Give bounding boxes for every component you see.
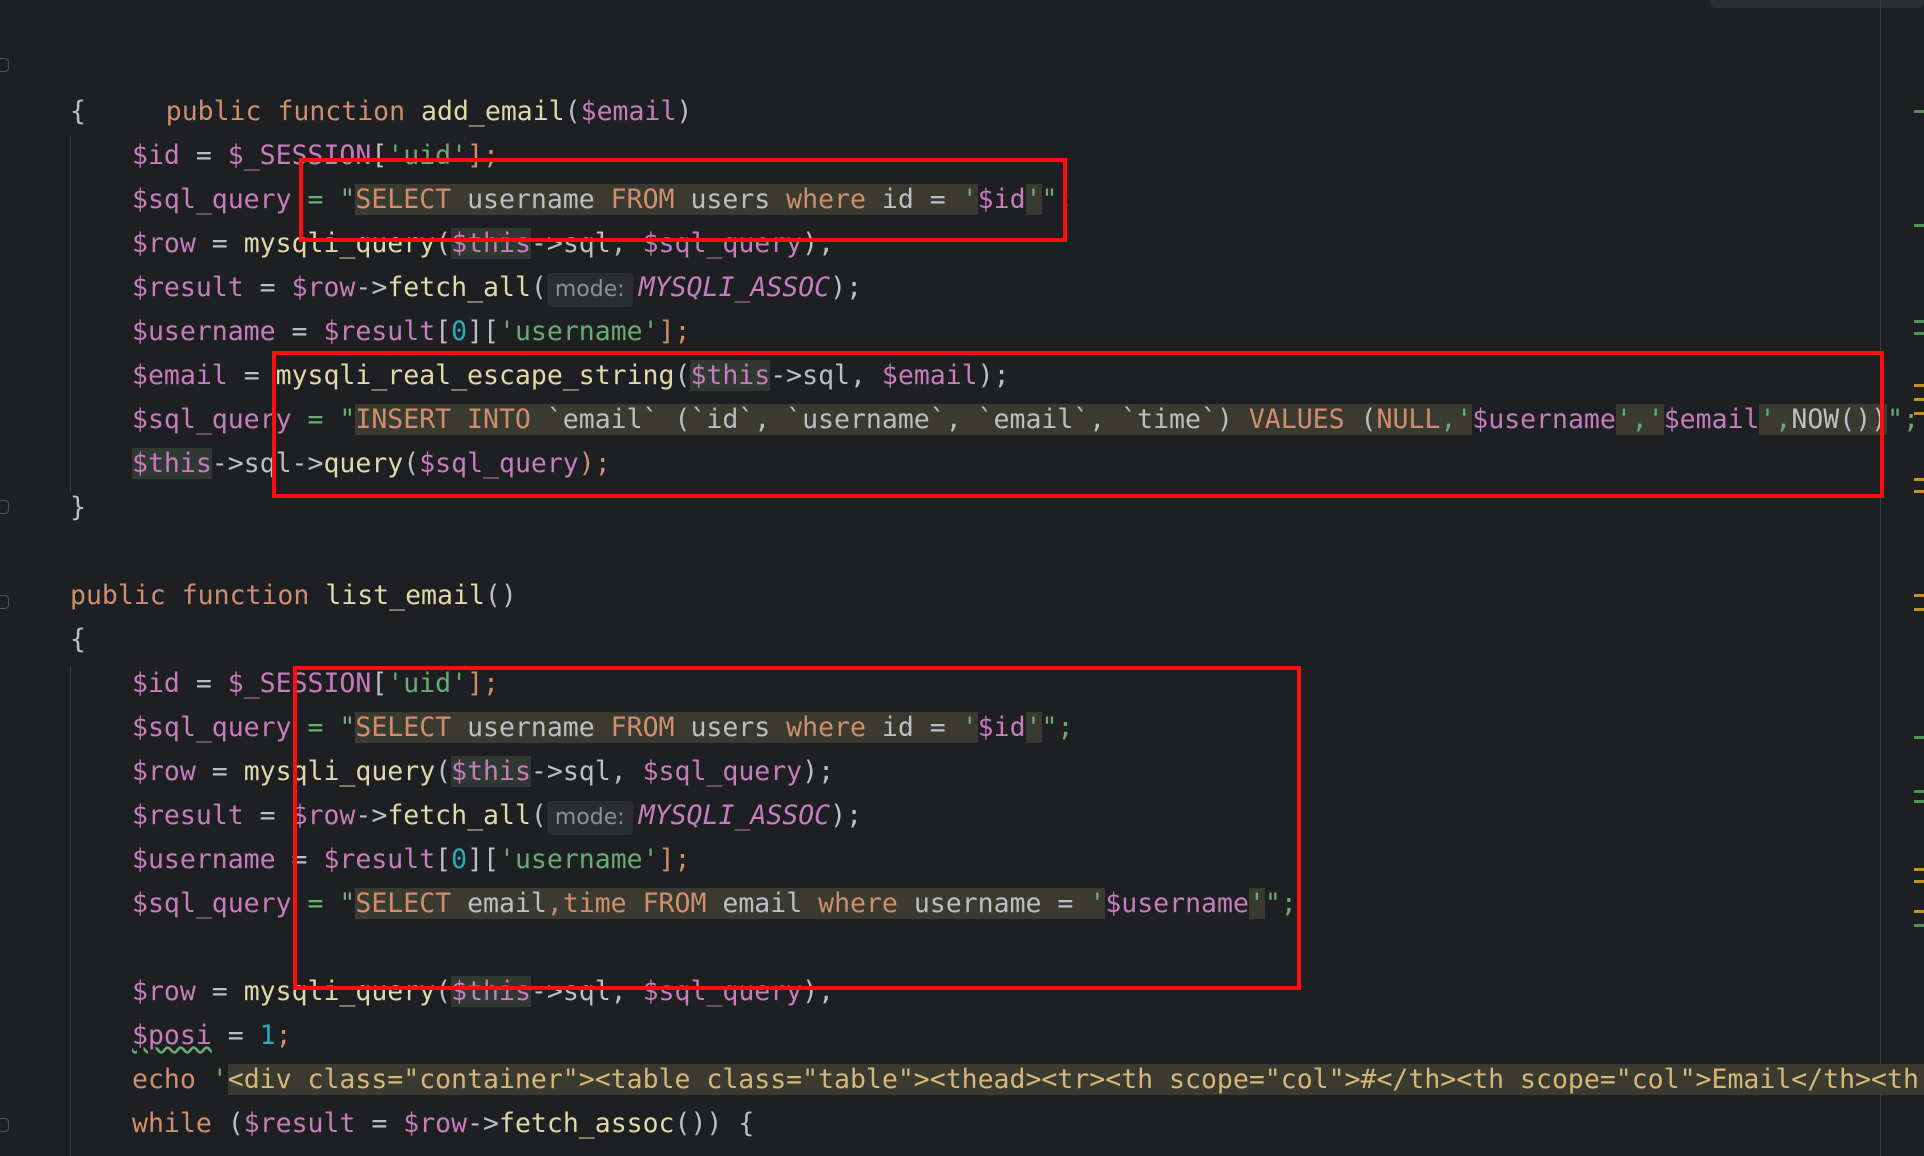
code-line: $username = $result[0]['username']; <box>132 316 691 347</box>
highlight-box <box>293 666 1301 990</box>
warning-marker <box>1914 398 1924 401</box>
warning-marker <box>1914 594 1924 597</box>
change-marker <box>1914 800 1924 803</box>
brace: } <box>70 492 86 523</box>
highlight-box <box>299 158 1067 242</box>
code-line: public function add_email($email) <box>70 46 1924 127</box>
warning-marker <box>1914 412 1924 415</box>
token: $sql_query <box>132 184 292 215</box>
code-editor[interactable]: public function add_email($email) { $id … <box>0 0 1924 1156</box>
code-line: $result = $row->fetch_all(mode: MYSQLI_AS… <box>70 266 1924 310</box>
fold-marker-icon[interactable] <box>0 1118 9 1132</box>
change-marker <box>1914 790 1924 793</box>
code-line: { <box>70 90 1924 134</box>
fold-marker-icon[interactable] <box>0 595 9 609</box>
warning-marker <box>1914 490 1924 493</box>
token: $id <box>132 140 180 171</box>
code-line: $posi = 1; <box>132 1020 292 1051</box>
highlight-box <box>272 351 1884 498</box>
code-line: { <box>70 624 86 655</box>
warning-marker <box>1914 868 1924 871</box>
change-marker <box>1914 736 1924 739</box>
warning-marker <box>1914 384 1924 387</box>
code-line: while ($result = $row->fetch_assoc()) { <box>132 1108 755 1139</box>
warning-marker <box>1914 608 1924 611</box>
warning-marker <box>1914 478 1924 481</box>
code-line: public function list_email() <box>70 580 517 611</box>
code-line: echo '<div class="container"><table clas… <box>70 1058 1924 1102</box>
editor-gutter <box>0 0 18 1156</box>
parameter-hint: mode: <box>546 273 633 307</box>
warning-marker <box>1914 910 1924 913</box>
html-injection-fragment: <div class="container"><table class="tab… <box>227 1064 1924 1095</box>
change-marker <box>1914 224 1924 227</box>
fold-marker-icon[interactable] <box>0 58 9 72</box>
change-marker <box>1914 332 1924 335</box>
token: = <box>179 140 228 171</box>
change-marker <box>1914 110 1924 113</box>
brace: { <box>70 96 86 127</box>
change-marker <box>1914 320 1924 323</box>
warning-marker <box>1914 880 1924 883</box>
fold-marker-icon[interactable] <box>0 500 9 514</box>
editor-top-strip <box>1710 0 1924 8</box>
change-marker <box>1914 924 1924 927</box>
